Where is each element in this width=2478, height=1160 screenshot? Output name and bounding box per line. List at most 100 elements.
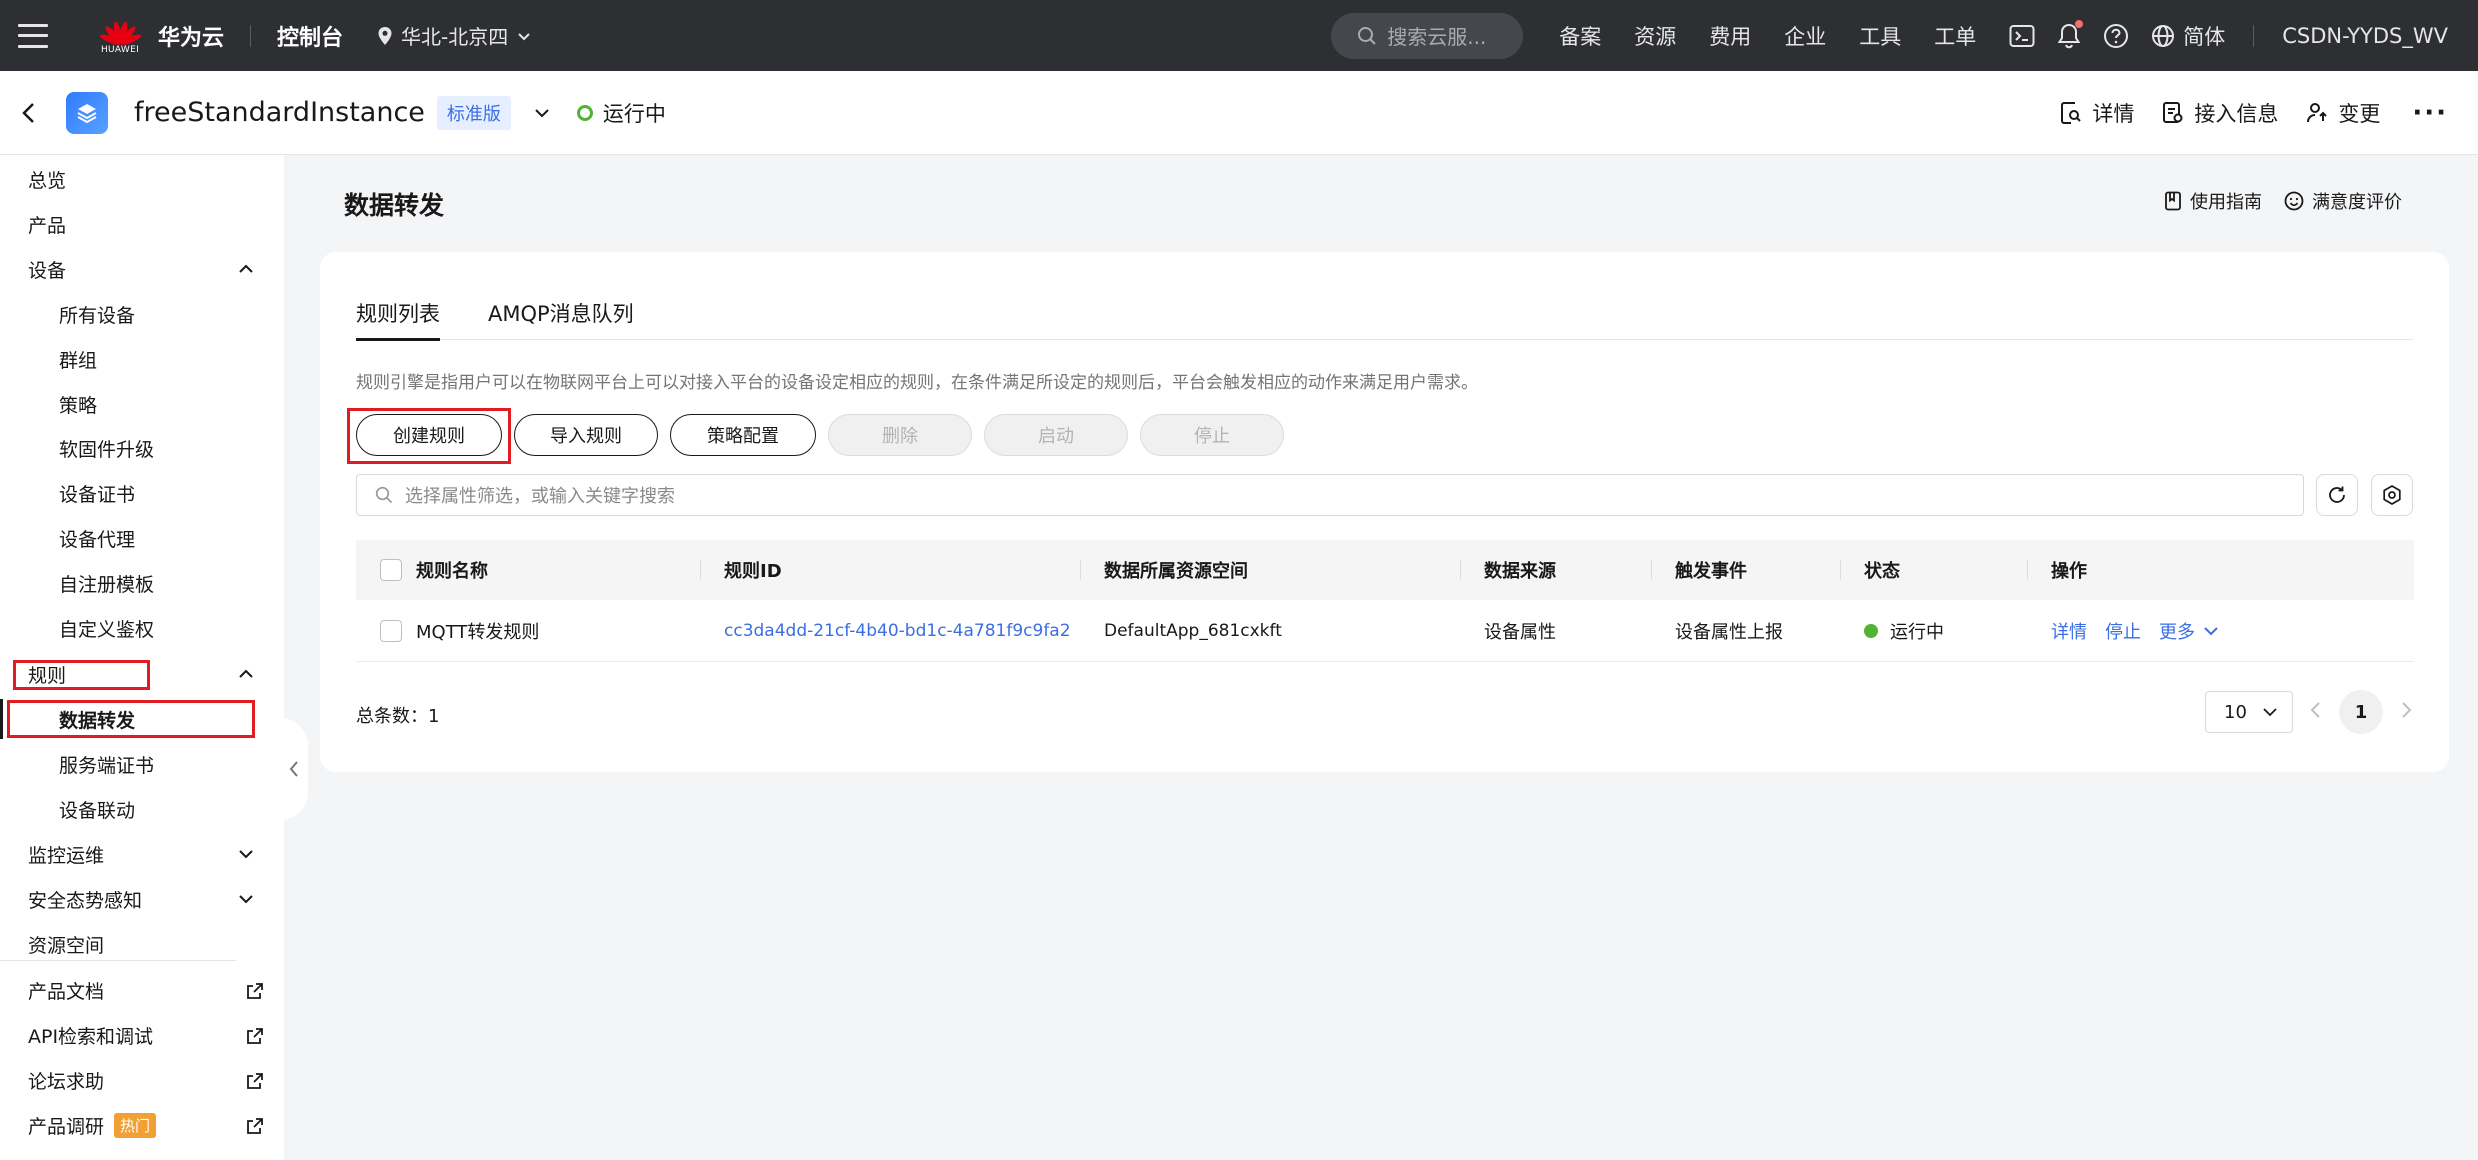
instance-detail-label: 详情 [2092, 101, 2135, 126]
delete-button[interactable]: 删除 [828, 414, 972, 456]
instance-detail-button[interactable]: 详情 [2060, 98, 2134, 128]
header-rule-name: 规则名称 [416, 561, 488, 582]
sidebar-item-label: 策略 [59, 394, 98, 417]
row-stop-link[interactable]: 停止 [2105, 618, 2141, 644]
sidebar-group-security[interactable]: 安全态势感知 [0, 879, 284, 919]
instance-switcher[interactable] [533, 104, 551, 122]
sidebar-item-label: 设备联动 [59, 799, 136, 822]
tab-amqp-queue[interactable]: AMQP消息队列 [488, 298, 634, 340]
rule-id-link[interactable]: cc3da4dd-21cf-4b40-bd1c-4a781f9c9fa2 [724, 621, 1071, 641]
nav-link-beian[interactable]: 备案 [1559, 21, 1601, 51]
sidebar-item-self-registration-template[interactable]: 自注册模板 [0, 563, 284, 603]
iotda-instance-icon [66, 91, 108, 134]
sidebar-divider [0, 960, 236, 961]
sidebar-item-device-proxy[interactable]: 设备代理 [0, 518, 284, 558]
nav-link-tickets[interactable]: 工单 [1934, 21, 1976, 51]
prev-page-button[interactable] [2309, 701, 2323, 723]
console-link[interactable]: 控制台 [277, 20, 343, 52]
brand-name[interactable]: 华为云 [158, 20, 224, 52]
change-icon [2307, 102, 2328, 122]
external-link-icon [247, 1028, 263, 1044]
account-menu[interactable]: CSDN-YYDS_WV [2282, 24, 2448, 48]
sidebar-link-survey[interactable]: 产品调研 热门 [0, 1105, 284, 1145]
highlight-box-data-forwarding [7, 700, 255, 738]
sidebar-item-device-linkage[interactable]: 设备联动 [0, 789, 284, 829]
pagination: 10 1 [2205, 690, 2413, 734]
page-size-value: 10 [2224, 701, 2247, 723]
change-instance-button[interactable]: 变更 [2306, 98, 2380, 128]
notification-bell-icon[interactable] [2057, 19, 2084, 49]
sidebar-item-device-certificates[interactable]: 设备证书 [0, 473, 284, 513]
huawei-flower-icon [98, 17, 143, 46]
row-more-dropdown[interactable]: 更多 [2159, 618, 2219, 644]
menu-icon[interactable] [18, 23, 48, 48]
select-all-checkbox[interactable] [380, 559, 402, 581]
instance-header: freeStandardInstance 标准版 运行中 详情 接入信息 变更 … [0, 71, 2478, 155]
sidebar-item-label: 设备 [28, 259, 67, 282]
edition-badge: 标准版 [436, 95, 511, 130]
usage-guide-link[interactable]: 使用指南 [2164, 188, 2262, 214]
sidebar-item-server-certificates[interactable]: 服务端证书 [0, 744, 284, 784]
document-search-icon [2061, 101, 2082, 124]
header-data-source: 数据来源 [1484, 561, 1556, 582]
page-size-select[interactable]: 10 [2205, 691, 2293, 733]
help-icon[interactable] [2103, 23, 2129, 49]
usage-guide-label: 使用指南 [2190, 192, 2262, 213]
page-number-1[interactable]: 1 [2339, 690, 2383, 734]
sidebar-item-resource-space[interactable]: 资源空间 [0, 924, 284, 964]
change-instance-label: 变更 [2338, 101, 2381, 126]
stop-button[interactable]: 停止 [1140, 414, 1284, 456]
row-checkbox[interactable] [380, 619, 402, 642]
instance-name: freeStandardInstance [134, 97, 425, 128]
sidebar-item-ota-upgrade[interactable]: 软固件升级 [0, 428, 284, 468]
sidebar-link-forum[interactable]: 论坛求助 [0, 1060, 284, 1100]
nav-link-tools[interactable]: 工具 [1859, 21, 1901, 51]
sidebar-item-label: 软固件升级 [59, 438, 155, 461]
region-selector[interactable]: 华北-北京四 [377, 21, 532, 50]
notification-dot [2075, 19, 2084, 28]
header-actions: 操作 [2051, 561, 2087, 582]
sidebar-item-label: 产品文档 [28, 980, 105, 1003]
satisfaction-rating-link[interactable]: 满意度评价 [2284, 188, 2402, 214]
chevron-up-icon [239, 264, 253, 273]
cloud-shell-icon[interactable] [2009, 24, 2035, 48]
back-button[interactable] [20, 102, 38, 124]
chevron-down-icon [2204, 626, 2218, 635]
sidebar-item-policies[interactable]: 策略 [0, 384, 284, 424]
sidebar-link-product-docs[interactable]: 产品文档 [0, 970, 284, 1010]
more-actions-button[interactable]: ··· [2412, 98, 2448, 128]
global-search[interactable]: 搜索云服... [1331, 12, 1524, 59]
policy-config-button[interactable]: 策略配置 [670, 414, 816, 456]
import-rule-button[interactable]: 导入规则 [514, 414, 658, 456]
next-page-button[interactable] [2399, 701, 2413, 723]
language-switcher[interactable]: 简体 [2151, 21, 2225, 51]
search-icon [1358, 26, 1376, 45]
sidebar-item-groups[interactable]: 群组 [0, 339, 284, 379]
sidebar-item-label: 资源空间 [28, 934, 105, 957]
sidebar-item-custom-auth[interactable]: 自定义鉴权 [0, 608, 284, 648]
nav-link-enterprise[interactable]: 企业 [1784, 21, 1826, 51]
rule-name-cell: MQTT转发规则 [416, 621, 540, 643]
sidebar-item-product[interactable]: 产品 [0, 204, 284, 244]
sidebar-item-overview[interactable]: 总览 [0, 159, 284, 199]
sidebar-collapse-toggle[interactable] [280, 718, 308, 820]
sidebar-item-label: 所有设备 [59, 304, 136, 327]
nav-link-billing[interactable]: 费用 [1709, 21, 1751, 51]
sidebar-item-label: API检索和调试 [28, 1025, 154, 1048]
start-button[interactable]: 启动 [984, 414, 1128, 456]
sidebar-group-monitoring[interactable]: 监控运维 [0, 834, 284, 874]
row-detail-link[interactable]: 详情 [2051, 618, 2087, 644]
sidebar-item-all-devices[interactable]: 所有设备 [0, 294, 284, 334]
sidebar-group-device[interactable]: 设备 [0, 249, 284, 289]
rule-search-input[interactable]: 选择属性筛选，或输入关键字搜索 [356, 474, 2304, 516]
nav-link-resources[interactable]: 资源 [1634, 21, 1676, 51]
rules-table: 规则名称 规则ID 数据所属资源空间 数据来源 触发事件 状态 操作 MQTT转… [356, 540, 2414, 662]
tab-rule-list[interactable]: 规则列表 [356, 298, 440, 341]
sidebar-item-label: 产品 [28, 214, 67, 237]
settings-button[interactable] [2371, 474, 2413, 516]
refresh-button[interactable] [2316, 474, 2358, 516]
sidebar-link-api-explorer[interactable]: API检索和调试 [0, 1015, 284, 1055]
chevron-down-icon [239, 850, 253, 859]
huawei-logo[interactable]: HUAWEI [98, 17, 143, 55]
access-info-button[interactable]: 接入信息 [2162, 98, 2278, 128]
